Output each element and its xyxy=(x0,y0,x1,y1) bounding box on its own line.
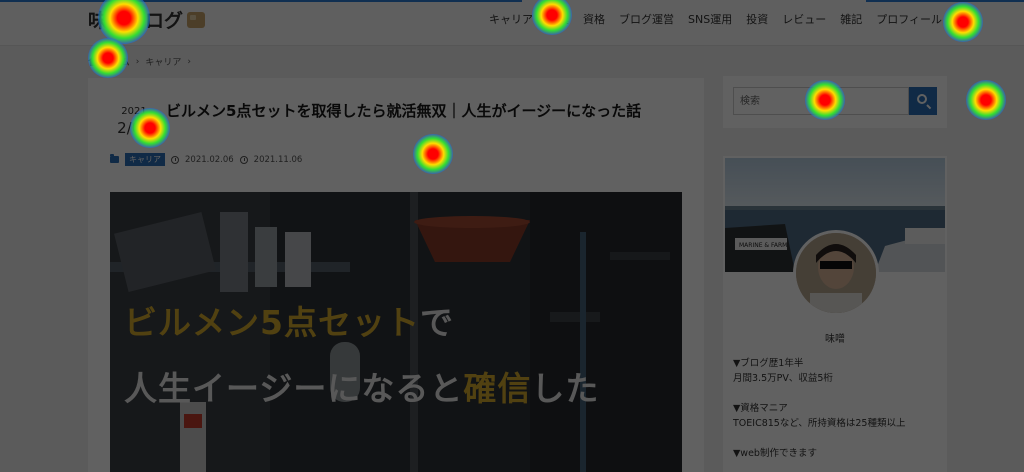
nav-item-investment[interactable]: 投資 xyxy=(746,11,768,27)
profile-bio-line: TOEIC815など、所持資格は25種類以上 xyxy=(733,418,906,429)
site-header: 味噌ブログ キャリア 副業 資格 ブログ運営 SNS運用 投資 レビュー 雑記 … xyxy=(0,0,1024,46)
banner-sign-text: MARINE & FARM xyxy=(739,242,787,249)
post-date-month-day: 2/06 xyxy=(117,119,151,137)
article-card: 2021 2/06 ビルメン5点セットを取得したら就活無双｜人生がイージーになっ… xyxy=(88,78,704,472)
search-button[interactable] xyxy=(909,87,937,115)
profile-bio-line: ▼ブログ歴1年半 xyxy=(733,358,804,369)
profile-bio-line: ▼web制作できます xyxy=(733,448,817,459)
profile-widget: MARINE & FARM 味噌 ▼ブログ歴1年半 月間3.5万PV、収益5桁 … xyxy=(723,156,947,472)
page: 味噌ブログ キャリア 副業 資格 ブログ運営 SNS運用 投資 レビュー 雑記 … xyxy=(0,0,1024,472)
breadcrumb-separator: › xyxy=(135,56,140,67)
nav-item-review[interactable]: レビュー xyxy=(782,11,826,27)
post-date-year: 2021 xyxy=(121,106,147,117)
update-icon xyxy=(239,155,248,164)
hero-headline-1-gold: ビルメン5点セット xyxy=(124,303,420,342)
hero-headline-2-plain: 人生イージーになると xyxy=(124,369,464,408)
nav-item-career[interactable]: キャリア xyxy=(489,11,533,27)
hero-headline-1-plain: で xyxy=(419,303,454,342)
hero-headline-2: 人生イージーになると確信した xyxy=(124,362,599,410)
post-date: 2021 2/06 xyxy=(110,106,158,137)
heat-spot xyxy=(966,80,1006,120)
profile-name: 味噌 xyxy=(825,334,845,345)
hero-headline-2-end: した xyxy=(531,369,600,408)
category-badge[interactable]: キャリア xyxy=(125,153,165,166)
article-title: ビルメン5点セットを取得したら就活無双｜人生がイージーになった話 xyxy=(166,102,642,120)
avatar-photo xyxy=(796,233,876,313)
nav-item-profile[interactable]: プロフィール xyxy=(876,11,942,27)
search-icon xyxy=(917,94,927,104)
published-date: 2021.02.06 xyxy=(185,154,234,165)
nav-item-misc[interactable]: 雑記 xyxy=(840,11,862,27)
breadcrumb: ホーム › キャリア › xyxy=(88,55,191,68)
hero-image: ビルメン5点セットで 人生イージーになると確信した xyxy=(110,192,682,472)
home-icon[interactable] xyxy=(88,57,97,66)
profile-bio-line: ▼資格マニア xyxy=(733,403,788,414)
profile-bio-line: 月間3.5万PV、収益5桁 xyxy=(733,373,833,384)
profile-bio-spacer xyxy=(733,431,943,446)
nav-item-side-job[interactable]: 副業 xyxy=(547,11,569,27)
nav-item-certification[interactable]: 資格 xyxy=(583,11,605,27)
profile-bio: ▼ブログ歴1年半 月間3.5万PV、収益5桁 ▼資格マニア TOEIC815など… xyxy=(733,356,943,461)
profile-bio-spacer xyxy=(733,386,943,401)
folder-icon xyxy=(110,154,119,163)
avatar[interactable] xyxy=(793,230,879,316)
site-logo-text[interactable]: 味噌ブログ xyxy=(88,6,183,33)
search-input[interactable] xyxy=(733,87,909,115)
search-widget xyxy=(723,76,947,128)
box-icon xyxy=(187,11,206,28)
top-accent-bar xyxy=(0,0,522,2)
nav-item-blog[interactable]: ブログ運営 xyxy=(619,11,674,27)
top-accent-bar-right xyxy=(866,0,1024,2)
hero-headline-2-gold: 確信 xyxy=(463,369,532,408)
article-meta: キャリア 2021.02.06 2021.11.06 xyxy=(110,153,302,166)
global-nav: キャリア 副業 資格 ブログ運営 SNS運用 投資 レビュー 雑記 プロフィール xyxy=(489,11,942,27)
nav-item-sns[interactable]: SNS運用 xyxy=(688,11,732,27)
breadcrumb-home[interactable]: ホーム xyxy=(103,55,130,68)
site-logo[interactable]: 味噌ブログ xyxy=(88,6,206,33)
breadcrumb-category[interactable]: キャリア xyxy=(145,55,181,68)
updated-date: 2021.11.06 xyxy=(253,154,303,165)
breadcrumb-separator: › xyxy=(187,56,191,67)
clock-icon xyxy=(171,155,179,164)
hero-headline-1: ビルメン5点セットで xyxy=(124,296,454,344)
